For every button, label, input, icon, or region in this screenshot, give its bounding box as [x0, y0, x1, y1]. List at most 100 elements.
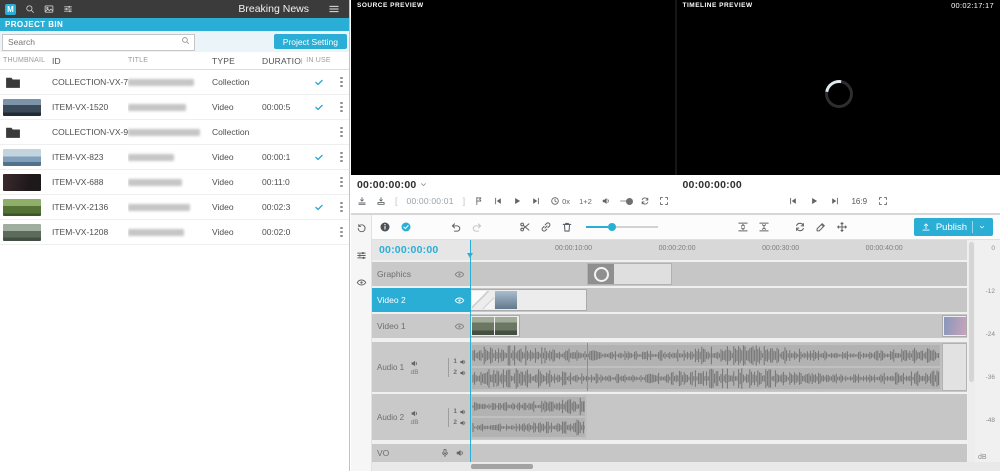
timeline-ruler[interactable]: 00:00:10:0000:00:20:0000:00:30:0000:00:4…	[470, 240, 967, 260]
track-header-video1[interactable]: Video 1	[372, 314, 470, 338]
cut-icon[interactable]	[519, 221, 531, 233]
video-clip[interactable]	[942, 315, 967, 337]
timeline-tracks-area[interactable]: 00:00:10:0000:00:20:0000:00:30:0000:00:4…	[470, 240, 967, 462]
hamburger-menu-icon[interactable]	[328, 3, 340, 15]
col-duration[interactable]: DURATION	[262, 56, 302, 66]
play-icon[interactable]	[512, 196, 522, 206]
speed-clock-icon[interactable]	[550, 196, 560, 206]
timecode-caret-icon[interactable]	[419, 180, 428, 189]
kebab-menu-icon[interactable]	[338, 75, 344, 89]
visibility-icon[interactable]	[454, 269, 465, 280]
horizontal-scrollbar[interactable]	[372, 462, 1000, 471]
fullscreen-icon[interactable]	[878, 196, 888, 206]
col-type[interactable]: TYPE	[212, 56, 262, 66]
project-settings-button[interactable]: Project Setting	[274, 34, 347, 49]
channel-volume-icon[interactable]	[459, 369, 467, 377]
publish-dropdown-icon[interactable]	[978, 223, 986, 231]
kebab-menu-icon[interactable]	[338, 100, 344, 114]
track-audio1[interactable]	[470, 342, 967, 392]
volume-icon[interactable]	[601, 196, 611, 206]
media-thumbnail[interactable]	[3, 99, 41, 116]
visibility-icon[interactable]	[454, 321, 465, 332]
delete-icon[interactable]	[561, 221, 573, 233]
source-preview-screen[interactable]	[351, 11, 675, 175]
marker-icon[interactable]	[474, 196, 484, 206]
loop-playback-icon[interactable]	[794, 221, 806, 233]
kebab-menu-icon[interactable]	[338, 125, 344, 139]
track-volume-icon[interactable]	[455, 448, 465, 458]
media-thumbnail[interactable]	[3, 124, 41, 141]
track-video2[interactable]	[470, 288, 967, 312]
playhead-line[interactable]	[470, 240, 471, 462]
undo-icon[interactable]	[450, 221, 462, 233]
track-graphics[interactable]	[470, 262, 967, 286]
move-tool-icon[interactable]	[836, 221, 848, 233]
timeline-zoom-slider[interactable]	[586, 226, 658, 228]
clip-cut-line[interactable]	[587, 343, 588, 391]
bin-row[interactable]: COLLECTION-VX-911 Collection	[0, 120, 349, 145]
vertical-scrollbar[interactable]	[968, 240, 975, 462]
bin-row[interactable]: ITEM-VX-1520 Video 00:00:5	[0, 95, 349, 120]
media-thumbnail[interactable]	[3, 199, 41, 216]
kebab-menu-icon[interactable]	[338, 200, 344, 214]
history-icon[interactable]	[356, 223, 367, 234]
track-video1[interactable]	[470, 314, 967, 338]
media-thumbnail[interactable]	[3, 224, 41, 241]
media-thumbnail[interactable]	[3, 174, 41, 191]
channel-volume-icon[interactable]	[459, 408, 467, 416]
track-vo[interactable]	[470, 444, 967, 462]
visibility-icon[interactable]	[454, 295, 465, 306]
bin-row[interactable]: ITEM-VX-823 Video 00:00:1	[0, 145, 349, 170]
goto-start-icon[interactable]	[788, 196, 798, 206]
insert-icon[interactable]	[357, 196, 367, 206]
volume-slider[interactable]	[620, 200, 631, 202]
track-header-graphics[interactable]: Graphics	[372, 262, 470, 286]
track-audio2[interactable]	[470, 394, 967, 440]
preview-toggle-icon[interactable]	[356, 277, 367, 288]
bin-row[interactable]: ITEM-VX-1208 Video 00:02:0	[0, 220, 349, 245]
timeline-settings-icon[interactable]	[356, 250, 367, 261]
link-icon[interactable]	[540, 221, 552, 233]
wave-clip[interactable]	[470, 395, 587, 439]
track-header-vo[interactable]: VO	[372, 444, 470, 462]
col-title[interactable]: TITLE	[128, 57, 212, 64]
razor-icon[interactable]	[815, 221, 827, 233]
col-thumbnail[interactable]: THUMBNAIL	[0, 57, 52, 64]
vertical-scrollbar-thumb[interactable]	[969, 242, 974, 382]
video-clip[interactable]	[470, 289, 587, 311]
playhead-timecode-cell[interactable]: 00:00:00:00	[372, 240, 470, 260]
publish-button[interactable]: Publish	[914, 218, 993, 236]
col-id[interactable]: ID	[52, 56, 128, 66]
audio-channels[interactable]: 1+2	[579, 197, 592, 206]
goto-out-icon[interactable]	[531, 196, 541, 206]
redo-icon[interactable]	[471, 221, 483, 233]
filter-settings-icon[interactable]	[63, 4, 73, 14]
goto-end-icon[interactable]	[830, 196, 840, 206]
timeline-preview-screen[interactable]	[677, 11, 1000, 175]
search-input[interactable]	[2, 34, 195, 51]
app-logo[interactable]: M	[5, 4, 16, 15]
bin-row[interactable]: ITEM-VX-2136 Video 00:02:3	[0, 195, 349, 220]
fullscreen-icon[interactable]	[659, 196, 669, 206]
channel-volume-icon[interactable]	[459, 358, 467, 366]
kebab-menu-icon[interactable]	[338, 225, 344, 239]
volume-slider-knob[interactable]	[626, 198, 633, 205]
col-in-use[interactable]: IN USE	[302, 57, 335, 64]
track-volume-icon[interactable]	[410, 409, 419, 418]
mic-icon[interactable]	[440, 448, 450, 458]
wave-clip[interactable]	[470, 343, 942, 391]
kebab-menu-icon[interactable]	[338, 175, 344, 189]
loop-icon[interactable]	[640, 196, 650, 206]
track-header-audio1[interactable]: Audio 1 dB 1 2	[372, 342, 470, 392]
kebab-menu-icon[interactable]	[338, 150, 344, 164]
collapse-tracks-icon[interactable]	[737, 221, 749, 233]
bin-row[interactable]: ITEM-VX-688 Video 00:11:0	[0, 170, 349, 195]
media-thumbnail[interactable]	[3, 74, 41, 91]
expand-tracks-icon[interactable]	[758, 221, 770, 233]
bin-row[interactable]: COLLECTION-VX-769 Collection	[0, 70, 349, 95]
empty-clip[interactable]	[942, 343, 967, 391]
zoom-slider-knob[interactable]	[608, 223, 616, 231]
info-icon[interactable]	[379, 221, 391, 233]
graphic-clip[interactable]	[587, 263, 672, 285]
track-header-audio2[interactable]: Audio 2 dB 1 2	[372, 394, 470, 440]
